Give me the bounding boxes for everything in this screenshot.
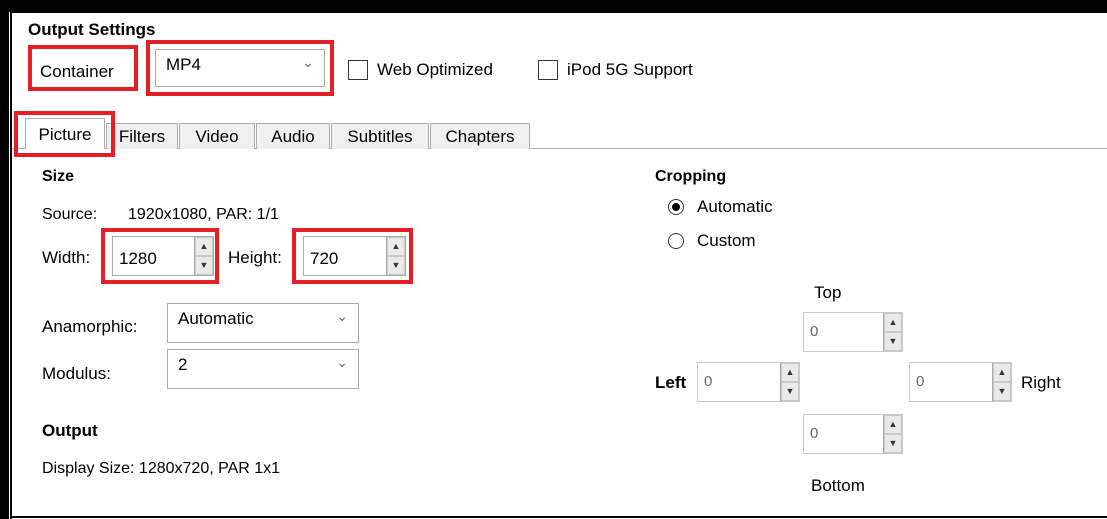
anamorphic-select[interactable]: Automatic ⌄ — [167, 303, 359, 343]
spin-up-icon[interactable]: ▲ — [387, 237, 405, 256]
crop-bottom-label: Bottom — [811, 476, 865, 495]
height-label: Height: — [228, 248, 282, 267]
web-optimized-label: Web Optimized — [377, 60, 493, 79]
source-label: Source: — [42, 206, 98, 223]
spin-down-icon[interactable]: ▼ — [387, 256, 405, 275]
panel-border-left — [10, 12, 12, 519]
spin-up-icon[interactable]: ▲ — [884, 313, 902, 332]
width-spinner[interactable]: 1280 ▲ ▼ — [112, 236, 214, 276]
tab-subtitles[interactable]: Subtitles — [331, 123, 429, 149]
spin-down-icon[interactable]: ▼ — [195, 256, 213, 275]
spin-up-icon[interactable]: ▲ — [993, 363, 1011, 382]
crop-left-value: 0 — [704, 373, 713, 390]
crop-top-label: Top — [814, 283, 842, 302]
spin-up-icon[interactable]: ▲ — [195, 237, 213, 256]
crop-bottom-value: 0 — [810, 425, 819, 442]
crop-right-spinner[interactable]: 0 ▲ ▼ — [909, 362, 1012, 402]
tab-chapters[interactable]: Chapters — [430, 123, 530, 149]
chevron-down-icon: ⌄ — [302, 54, 314, 70]
spin-down-icon[interactable]: ▼ — [993, 382, 1011, 401]
tab-filters[interactable]: Filters — [106, 123, 178, 149]
container-select[interactable]: MP4 ⌄ — [155, 49, 325, 87]
window-frame-top — [0, 0, 1107, 12]
crop-right-value: 0 — [916, 373, 925, 390]
container-label: Container — [40, 62, 114, 81]
width-label: Width: — [42, 248, 91, 267]
height-value: 720 — [310, 249, 339, 268]
display-size-text: Display Size: 1280x720, PAR 1x1 — [42, 460, 281, 477]
crop-top-value: 0 — [810, 323, 819, 340]
window-frame-left — [0, 12, 9, 519]
spin-down-icon[interactable]: ▼ — [884, 332, 902, 351]
spin-up-icon[interactable]: ▲ — [781, 363, 799, 382]
output-settings-title: Output Settings — [28, 20, 156, 39]
width-value: 1280 — [119, 249, 157, 268]
anamorphic-label: Anamorphic: — [42, 317, 138, 336]
crop-top-spinner[interactable]: 0 ▲ ▼ — [803, 312, 903, 352]
spin-down-icon[interactable]: ▼ — [884, 434, 902, 453]
crop-right-label: Right — [1021, 373, 1061, 392]
anamorphic-value: Automatic — [178, 309, 254, 328]
container-select-value: MP4 — [166, 55, 201, 74]
cropping-custom-label: Custom — [697, 231, 756, 250]
cropping-automatic-label: Automatic — [697, 197, 773, 216]
crop-left-label: Left — [655, 373, 687, 392]
spin-up-icon[interactable]: ▲ — [884, 415, 902, 434]
ipod-5g-checkbox[interactable] — [538, 60, 558, 80]
modulus-value: 2 — [178, 355, 188, 374]
radio-selected-dot — [672, 203, 680, 211]
height-spinner[interactable]: 720 ▲ ▼ — [303, 236, 406, 276]
panel-border-top — [10, 12, 1107, 13]
picture-tab-highlight — [14, 111, 115, 157]
spin-down-icon[interactable]: ▼ — [781, 382, 799, 401]
output-section-title: Output — [42, 421, 98, 440]
web-optimized-checkbox[interactable] — [348, 60, 368, 80]
ipod-5g-label: iPod 5G Support — [567, 60, 693, 79]
chevron-down-icon: ⌄ — [336, 308, 348, 324]
crop-left-spinner[interactable]: 0 ▲ ▼ — [697, 362, 800, 402]
tab-audio[interactable]: Audio — [256, 123, 330, 149]
source-value: 1920x1080, PAR: 1/1 — [128, 206, 279, 223]
panel-border-bottom — [10, 516, 1107, 518]
chevron-down-icon: ⌄ — [336, 354, 348, 370]
cropping-custom-radio[interactable] — [668, 233, 684, 249]
size-section-title: Size — [42, 168, 75, 185]
cropping-automatic-radio[interactable] — [668, 199, 684, 215]
crop-bottom-spinner[interactable]: 0 ▲ ▼ — [803, 414, 903, 454]
cropping-section-title: Cropping — [655, 168, 727, 185]
modulus-label: Modulus: — [42, 364, 111, 383]
tab-video[interactable]: Video — [179, 123, 255, 149]
modulus-select[interactable]: 2 ⌄ — [167, 349, 359, 389]
